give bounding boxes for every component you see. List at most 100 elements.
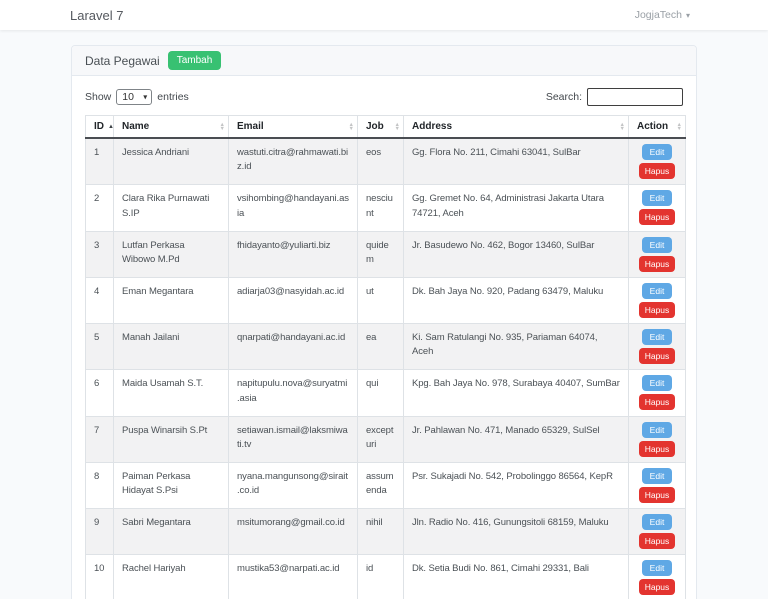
cell-address: Gg. Flora No. 211, Cimahi 63041, SulBar — [403, 137, 629, 186]
sort-icon: ▲ ▼ — [348, 121, 354, 132]
cell-name: Rachel Hariyah — [113, 554, 229, 599]
entries-label: entries — [157, 91, 189, 103]
cell-job: assumenda — [357, 461, 404, 510]
column-label: Email — [237, 121, 264, 132]
hapus-button[interactable]: Hapus — [638, 533, 676, 549]
column-label: Action — [637, 121, 669, 132]
hapus-button[interactable]: Hapus — [638, 579, 676, 596]
cell-address: Dk. Bah Jaya No. 920, Padang 63479, Malu… — [403, 276, 629, 325]
sort-icon: ▲ ▼ — [619, 121, 625, 132]
cell-actions: Edit Hapus — [628, 137, 686, 186]
cell-id: 8 — [85, 461, 114, 510]
cell-name: Manah Jailani — [113, 322, 229, 371]
cell-email: nyana.mangunsong@sirait.co.id — [228, 461, 358, 510]
edit-button[interactable]: Edit — [641, 467, 673, 484]
search-label: Search: — [545, 91, 582, 103]
column-header-id[interactable]: ID ▲ — [85, 115, 114, 139]
table-row: 9 Sabri Megantara msitumorang@gmail.co.i… — [85, 507, 686, 556]
show-label: Show — [85, 91, 112, 103]
table-row: 4 Eman Megantara adiarja03@nasyidah.ac.i… — [85, 276, 686, 325]
cell-id: 4 — [85, 276, 114, 325]
cell-id: 9 — [85, 507, 114, 556]
hapus-button[interactable]: Hapus — [638, 209, 676, 226]
caret-down-icon: ▾ — [685, 10, 690, 20]
cell-job: qui — [357, 369, 404, 417]
cell-id: 3 — [85, 230, 114, 278]
page-length-select[interactable]: 10 — [116, 89, 153, 105]
cell-address: Dk. Setia Budi No. 861, Cimahi 29331, Ba… — [403, 554, 629, 599]
cell-name: Jessica Andriani — [113, 137, 229, 186]
hapus-button[interactable]: Hapus — [638, 394, 676, 411]
cell-email: adiarja03@nasyidah.ac.id — [228, 276, 358, 325]
edit-button[interactable]: Edit — [641, 421, 673, 438]
cell-email: fhidayanto@yuliarti.biz — [228, 230, 358, 278]
cell-job: eos — [357, 137, 404, 186]
cell-actions: Edit Hapus — [628, 554, 686, 599]
card-header: Data Pegawai Tambah — [72, 46, 696, 76]
cell-id: 7 — [85, 415, 114, 463]
table-row: 3 Lutfan Perkasa Wibowo M.Pd fhidayanto@… — [85, 230, 686, 278]
cell-actions: Edit Hapus — [628, 322, 686, 371]
column-header-address[interactable]: Address ▲ ▼ — [403, 115, 629, 139]
hapus-button[interactable]: Hapus — [638, 255, 676, 272]
hapus-button[interactable]: Hapus — [638, 301, 676, 318]
edit-button[interactable]: Edit — [641, 236, 673, 253]
hapus-button[interactable]: Hapus — [638, 486, 676, 503]
column-header-action[interactable]: Action ▲ ▼ — [628, 115, 686, 139]
table-head: ID ▲ Name ▲ ▼ Email ▲ ▼ Job ▲ ▼ Address … — [85, 115, 686, 139]
column-header-email[interactable]: Email ▲ ▼ — [228, 115, 358, 139]
cell-email: msitumorang@gmail.co.id — [228, 507, 358, 556]
cell-address: Jr. Basudewo No. 462, Bogor 13460, SulBa… — [403, 230, 629, 278]
cell-address: Kpg. Bah Jaya No. 978, Surabaya 40407, S… — [403, 369, 629, 417]
cell-actions: Edit Hapus — [628, 184, 686, 232]
top-navbar: Laravel 7 JogjaTech ▾ — [0, 0, 768, 30]
cell-address: Ki. Sam Ratulangi No. 935, Pariaman 6407… — [403, 322, 629, 371]
column-label: Address — [412, 121, 453, 132]
edit-button[interactable]: Edit — [641, 144, 673, 160]
page-container: Data Pegawai Tambah Show 10 entries Sear… — [0, 30, 768, 599]
table-body: 1 Jessica Andriani wastuti.citra@rahmawa… — [85, 137, 686, 599]
table-row: 7 Puspa Winarsih S.Pt setiawan.ismail@la… — [85, 415, 686, 463]
cell-id: 2 — [85, 184, 114, 232]
cell-name: Lutfan Perkasa Wibowo M.Pd — [113, 230, 229, 278]
column-header-job[interactable]: Job ▲ ▼ — [357, 115, 404, 139]
cell-id: 1 — [85, 137, 114, 186]
hapus-button[interactable]: Hapus — [638, 163, 676, 179]
table-row: 1 Jessica Andriani wastuti.citra@rahmawa… — [85, 137, 686, 186]
card-title: Data Pegawai — [85, 53, 160, 68]
cell-email: wastuti.citra@rahmawati.biz.id — [228, 137, 358, 186]
cell-name: Eman Megantara — [113, 276, 229, 325]
tambah-button[interactable]: Tambah — [167, 51, 222, 70]
cell-actions: Edit Hapus — [628, 276, 686, 325]
search-input[interactable] — [587, 88, 683, 106]
edit-button[interactable]: Edit — [641, 329, 673, 345]
cell-job: ea — [357, 322, 404, 371]
cell-name: Clara Rika Purnawati S.IP — [113, 184, 229, 232]
edit-button[interactable]: Edit — [641, 282, 673, 299]
sort-icon: ▲ ▼ — [394, 121, 400, 132]
user-dropdown[interactable]: JogjaTech ▾ — [635, 9, 690, 21]
hapus-button[interactable]: Hapus — [638, 440, 676, 457]
cell-job: nesciunt — [357, 184, 404, 232]
data-pegawai-card: Data Pegawai Tambah Show 10 entries Sear… — [71, 45, 697, 599]
cell-job: id — [357, 554, 404, 599]
edit-button[interactable]: Edit — [641, 375, 673, 392]
column-label: Name — [122, 121, 150, 132]
header-row: ID ▲ Name ▲ ▼ Email ▲ ▼ Job ▲ ▼ Address … — [85, 115, 686, 139]
brand-link[interactable]: Laravel 7 — [70, 8, 123, 23]
cell-name: Sabri Megantara — [113, 507, 229, 556]
edit-button[interactable]: Edit — [641, 560, 673, 577]
cell-job: ut — [357, 276, 404, 325]
search-control: Search: — [546, 88, 683, 106]
cell-name: Puspa Winarsih S.Pt — [113, 415, 229, 463]
edit-button[interactable]: Edit — [641, 514, 673, 530]
cell-actions: Edit Hapus — [628, 461, 686, 510]
cell-actions: Edit Hapus — [628, 415, 686, 463]
hapus-button[interactable]: Hapus — [638, 348, 676, 364]
page-length-control: Show 10 entries — [85, 89, 189, 105]
cell-email: vsihombing@handayani.asia — [228, 184, 358, 232]
column-header-name[interactable]: Name ▲ ▼ — [113, 115, 229, 139]
cell-actions: Edit Hapus — [628, 369, 686, 417]
edit-button[interactable]: Edit — [641, 190, 673, 207]
cell-id: 5 — [85, 322, 114, 371]
